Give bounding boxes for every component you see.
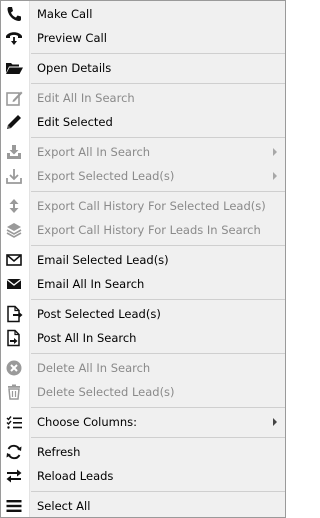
document-sign-icon: [4, 328, 24, 348]
menu-separator: [31, 407, 285, 408]
menu-item-post-selected-leads[interactable]: Post Selected Lead(s): [1, 302, 285, 326]
menu-separator: [31, 191, 285, 192]
envelope-outline-icon: [4, 250, 24, 270]
menu-item-delete-all-in-search[interactable]: Delete All In Search: [1, 356, 285, 380]
menu-item-label: Email All In Search: [37, 277, 145, 291]
menu-separator: [31, 245, 285, 246]
envelope-filled-icon: [4, 274, 24, 294]
menu-item-edit-selected[interactable]: Edit Selected: [1, 110, 285, 134]
menu-item-label: Post All In Search: [37, 331, 137, 345]
menu-item-label: Select All: [37, 499, 91, 513]
menu-separator: [31, 53, 285, 54]
menu-separator: [31, 353, 285, 354]
menu-item-open-details[interactable]: Open Details: [1, 56, 285, 80]
edit-note-icon: [4, 88, 24, 108]
menu-separator: [31, 83, 285, 84]
download-tray-icon: [4, 142, 24, 162]
menu-item-email-all-in-search[interactable]: Email All In Search: [1, 272, 285, 296]
menu-item-label: Reload Leads: [37, 469, 114, 483]
menu-item-preview-call[interactable]: Preview Call: [1, 26, 285, 50]
context-menu: Make Call Preview Call Open Details Edit…: [0, 0, 286, 518]
menu-item-label: Export Call History For Leads In Search: [37, 223, 261, 237]
menu-item-select-all[interactable]: Select All: [1, 494, 285, 518]
menu-item-label: Post Selected Lead(s): [37, 307, 161, 321]
checklist-icon: [4, 412, 24, 432]
menu-item-label: Export All In Search: [37, 145, 151, 159]
menu-item-refresh[interactable]: Refresh: [1, 440, 285, 464]
menu-item-label: Edit Selected: [37, 115, 113, 129]
menu-item-export-selected-leads[interactable]: Export Selected Lead(s): [1, 164, 285, 188]
menu-item-choose-columns[interactable]: Choose Columns:: [1, 410, 285, 434]
hamburger-icon: [4, 496, 24, 516]
menu-item-delete-selected-leads[interactable]: Delete Selected Lead(s): [1, 380, 285, 404]
layers-icon: [4, 220, 24, 240]
submenu-arrow-icon: [273, 172, 277, 180]
menu-item-label: Edit All In Search: [37, 91, 135, 105]
phone-down-arrow-icon: [4, 28, 24, 48]
menu-separator: [31, 437, 285, 438]
menu-separator: [31, 137, 285, 138]
refresh-icon: [4, 442, 24, 462]
x-circle-icon: [4, 358, 24, 378]
menu-item-label: Email Selected Lead(s): [37, 253, 169, 267]
up-down-arrows-icon: [4, 196, 24, 216]
pencil-icon: [4, 112, 24, 132]
menu-separator: [31, 299, 285, 300]
menu-separator: [31, 491, 285, 492]
menu-item-email-selected-leads[interactable]: Email Selected Lead(s): [1, 248, 285, 272]
menu-item-label: Delete All In Search: [37, 361, 151, 375]
submenu-arrow-icon: [273, 418, 277, 426]
menu-item-label: Preview Call: [37, 31, 107, 45]
menu-item-post-all-in-search[interactable]: Post All In Search: [1, 326, 285, 350]
menu-item-label: Choose Columns:: [37, 415, 138, 429]
menu-item-label: Delete Selected Lead(s): [37, 385, 175, 399]
menu-item-reload-leads[interactable]: Reload Leads: [1, 464, 285, 488]
menu-item-edit-all-in-search[interactable]: Edit All In Search: [1, 86, 285, 110]
menu-item-make-call[interactable]: Make Call: [1, 2, 285, 26]
document-arrow-icon: [4, 304, 24, 324]
open-folder-icon: [4, 58, 24, 78]
trash-icon: [4, 382, 24, 402]
menu-item-label: Export Selected Lead(s): [37, 169, 175, 183]
menu-item-label: Open Details: [37, 61, 112, 75]
menu-item-label: Make Call: [37, 7, 93, 21]
menu-item-export-all-in-search[interactable]: Export All In Search: [1, 140, 285, 164]
menu-item-export-call-history-in-search[interactable]: Export Call History For Leads In Search: [1, 218, 285, 242]
swap-arrows-icon: [4, 466, 24, 486]
menu-item-label: Refresh: [37, 445, 81, 459]
menu-item-label: Export Call History For Selected Lead(s): [37, 199, 266, 213]
menu-item-export-call-history-selected[interactable]: Export Call History For Selected Lead(s): [1, 194, 285, 218]
submenu-arrow-icon: [273, 148, 277, 156]
download-icon: [4, 166, 24, 186]
phone-icon: [4, 4, 24, 24]
